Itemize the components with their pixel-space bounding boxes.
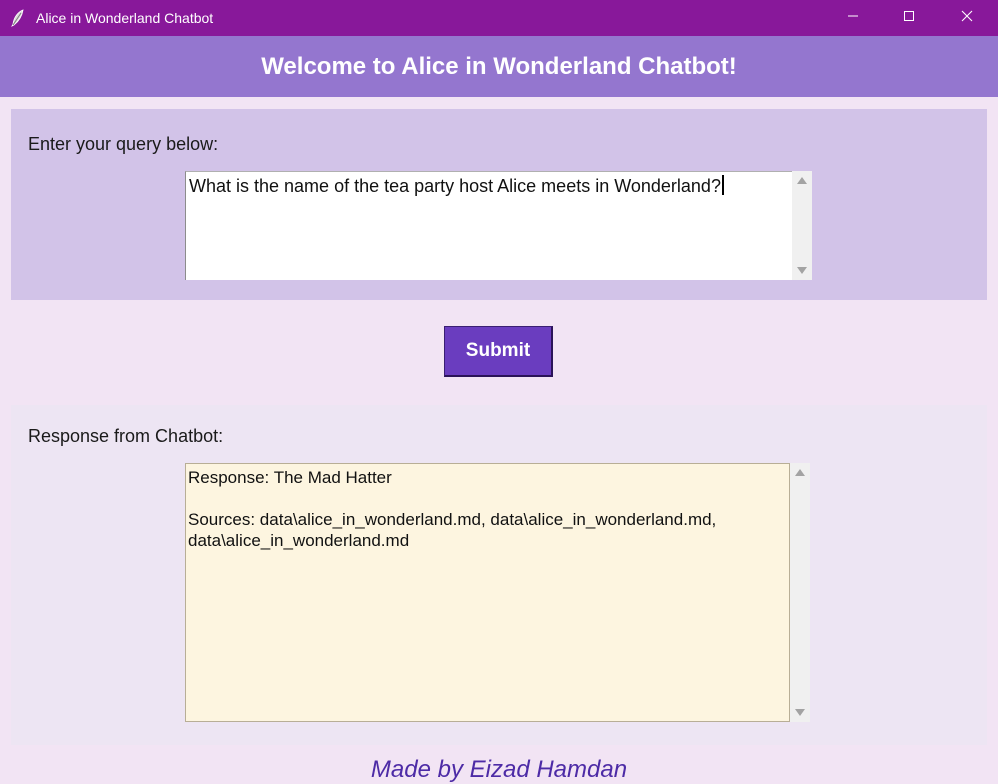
response-text: Response: The Mad Hatter Sources: data\a… <box>188 467 784 551</box>
query-value: What is the name of the tea party host A… <box>189 176 721 196</box>
maximize-icon <box>903 9 915 27</box>
response-output[interactable]: Response: The Mad Hatter Sources: data\a… <box>185 463 790 722</box>
response-sources-cont: data\alice_in_wonderland.md <box>188 531 410 550</box>
text-caret <box>721 175 724 195</box>
query-panel: Enter your query below: What is the name… <box>11 109 987 300</box>
response-answer: Response: The Mad Hatter <box>188 468 392 487</box>
response-sources: Sources: data\alice_in_wonderland.md, da… <box>188 510 717 529</box>
query-scrollbar[interactable] <box>792 171 812 280</box>
page-title: Welcome to Alice in Wonderland Chatbot! <box>261 52 737 80</box>
submit-button[interactable]: Submit <box>444 326 553 377</box>
feather-icon <box>10 9 26 27</box>
response-scrollbar[interactable] <box>790 463 810 722</box>
maximize-button[interactable] <box>886 0 932 36</box>
scroll-up-icon[interactable] <box>795 469 805 476</box>
window-titlebar[interactable]: Alice in Wonderland Chatbot <box>0 0 998 36</box>
close-button[interactable] <box>944 0 990 36</box>
close-icon <box>961 9 973 27</box>
minimize-button[interactable] <box>830 0 876 36</box>
scroll-up-icon[interactable] <box>797 177 807 184</box>
query-text: What is the name of the tea party host A… <box>189 175 724 197</box>
welcome-header: Welcome to Alice in Wonderland Chatbot! <box>0 36 998 97</box>
footer-credit: Made by Eizad Hamdan <box>370 756 628 783</box>
window-title: Alice in Wonderland Chatbot <box>36 10 214 26</box>
scroll-down-icon[interactable] <box>795 709 805 716</box>
query-input[interactable]: What is the name of the tea party host A… <box>185 171 792 280</box>
response-label: Response from Chatbot: <box>28 426 224 446</box>
query-label: Enter your query below: <box>28 134 219 154</box>
scroll-down-icon[interactable] <box>797 267 807 274</box>
minimize-icon <box>847 9 859 27</box>
